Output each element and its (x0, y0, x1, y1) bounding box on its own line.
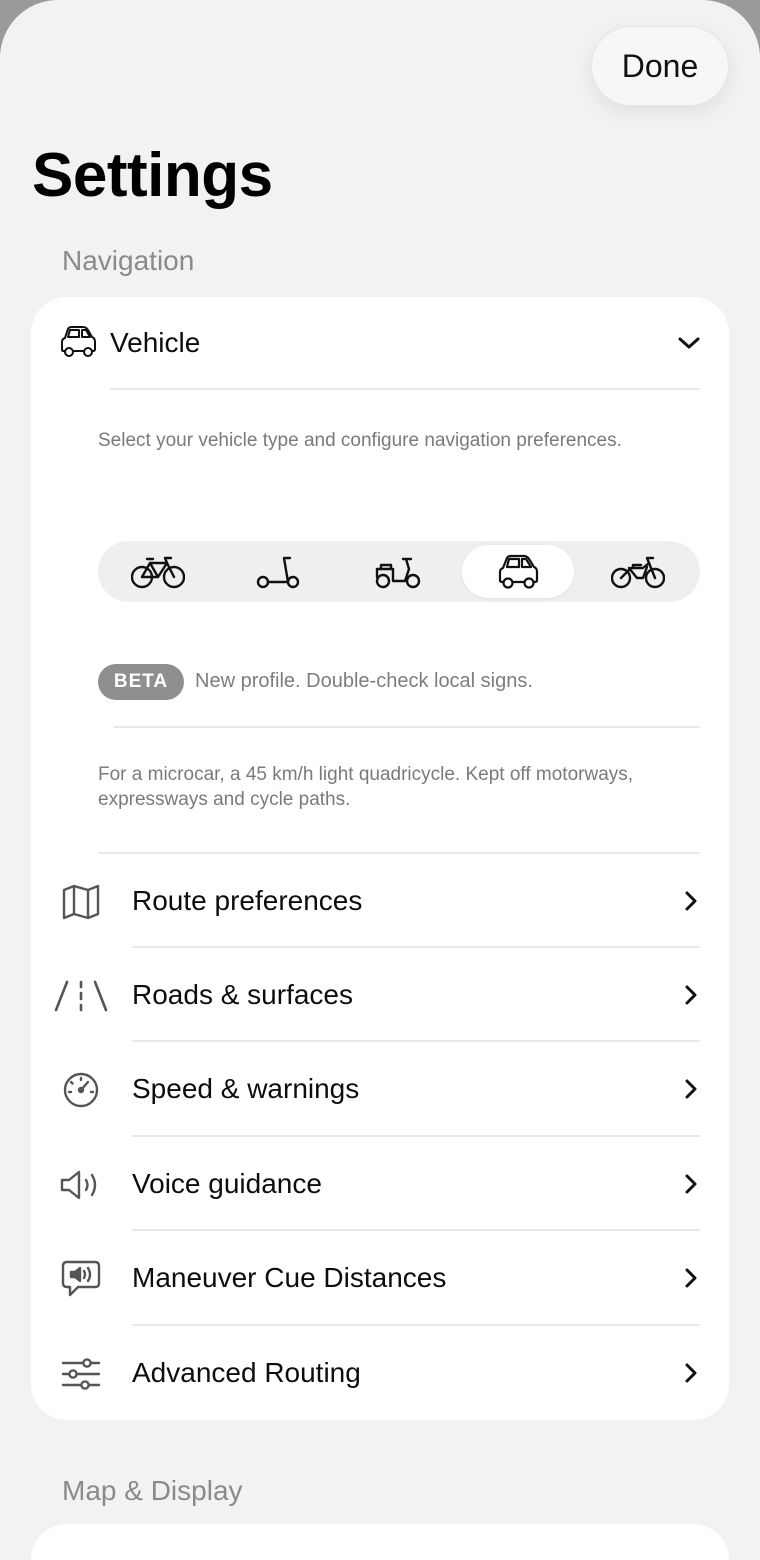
roads-surfaces-row[interactable]: Roads & surfaces (31, 948, 729, 1042)
section-label-map-display: Map & Display (62, 1475, 243, 1506)
profile-description: For a microcar, a 45 km/h light quadricy… (98, 764, 634, 810)
done-button[interactable]: Done (591, 26, 729, 106)
road-icon (53, 976, 109, 1016)
navigation-card: Vehicle Select your vehicle type and con… (31, 297, 729, 1420)
vehicle-type-motorcycle[interactable] (582, 545, 694, 598)
speed-warnings-row[interactable]: Speed & warnings (31, 1042, 729, 1136)
advanced-routing-row[interactable]: Advanced Routing (31, 1326, 729, 1420)
vehicle-type-kick-scooter[interactable] (222, 545, 334, 598)
divider (114, 726, 700, 728)
chevron-right-icon (684, 1078, 698, 1100)
page-title: Settings (32, 141, 273, 210)
chevron-right-icon (684, 1173, 698, 1195)
row-label: Route preferences (132, 885, 363, 916)
row-label: Speed & warnings (132, 1073, 360, 1104)
speech-bubble-speaker-icon (59, 1259, 103, 1299)
settings-sheet: Done Settings Navigation Vehicle Select … (0, 0, 760, 1560)
sliders-icon (59, 1354, 103, 1394)
vehicle-title: Vehicle (110, 327, 201, 358)
moped-icon (375, 555, 421, 589)
bicycle-icon (131, 555, 185, 589)
voice-guidance-row[interactable]: Voice guidance (31, 1137, 729, 1231)
map-display-card (31, 1524, 729, 1560)
motorcycle-icon (611, 555, 665, 589)
vehicle-type-moped[interactable] (342, 545, 454, 598)
vehicle-type-microcar[interactable] (462, 545, 574, 598)
row-label: Roads & surfaces (132, 979, 353, 1010)
chevron-right-icon (684, 1362, 698, 1384)
beta-note: New profile. Double-check local signs. (195, 670, 533, 692)
vehicle-type-selector (98, 541, 700, 602)
microcar-icon (497, 554, 539, 590)
route-preferences-row[interactable]: Route preferences (31, 854, 729, 948)
section-label-navigation: Navigation (62, 245, 195, 276)
beta-badge: BETA (98, 664, 184, 700)
divider (110, 388, 700, 390)
chevron-down-icon (677, 335, 701, 351)
vehicle-description: Select your vehicle type and configure n… (98, 430, 622, 451)
chevron-right-icon (684, 984, 698, 1006)
chevron-right-icon (684, 1267, 698, 1289)
chevron-right-icon (684, 890, 698, 912)
row-label: Maneuver Cue Distances (132, 1262, 447, 1293)
maneuver-cue-distances-row[interactable]: Maneuver Cue Distances (31, 1231, 729, 1325)
speedometer-icon (59, 1070, 103, 1110)
kick-scooter-icon (256, 555, 300, 589)
row-label: Voice guidance (132, 1168, 322, 1199)
vehicle-disclosure[interactable]: Vehicle (31, 297, 729, 389)
row-label: Advanced Routing (132, 1357, 361, 1388)
speaker-icon (59, 1165, 103, 1205)
microcar-icon (59, 325, 97, 359)
vehicle-type-bicycle[interactable] (102, 545, 214, 598)
map-icon (59, 882, 103, 922)
